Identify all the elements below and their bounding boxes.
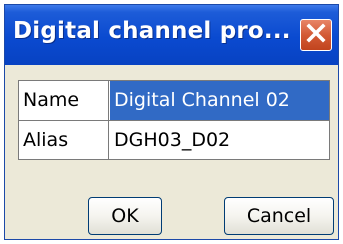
table-row: Alias DGH03_D02	[19, 121, 329, 160]
properties-table: Name Digital Channel 02 Alias DGH03_D02	[18, 80, 330, 160]
alias-field[interactable]: DGH03_D02	[110, 121, 329, 160]
name-label: Name	[19, 81, 109, 120]
ok-button[interactable]: OK	[88, 197, 162, 235]
alias-label: Alias	[19, 121, 109, 160]
close-button[interactable]	[300, 19, 332, 51]
table-row: Name Digital Channel 02	[19, 81, 329, 121]
close-x-icon	[305, 22, 327, 48]
dialog-title: Digital channel pro...	[13, 18, 291, 44]
title-bar[interactable]: Digital channel pro...	[5, 5, 338, 65]
digital-channel-properties-dialog: Digital channel pro... Name Digital Chan…	[4, 4, 339, 240]
dialog-body: Name Digital Channel 02 Alias DGH03_D02 …	[8, 65, 335, 236]
name-field[interactable]: Digital Channel 02	[110, 81, 329, 120]
cancel-button[interactable]: Cancel	[224, 197, 334, 235]
